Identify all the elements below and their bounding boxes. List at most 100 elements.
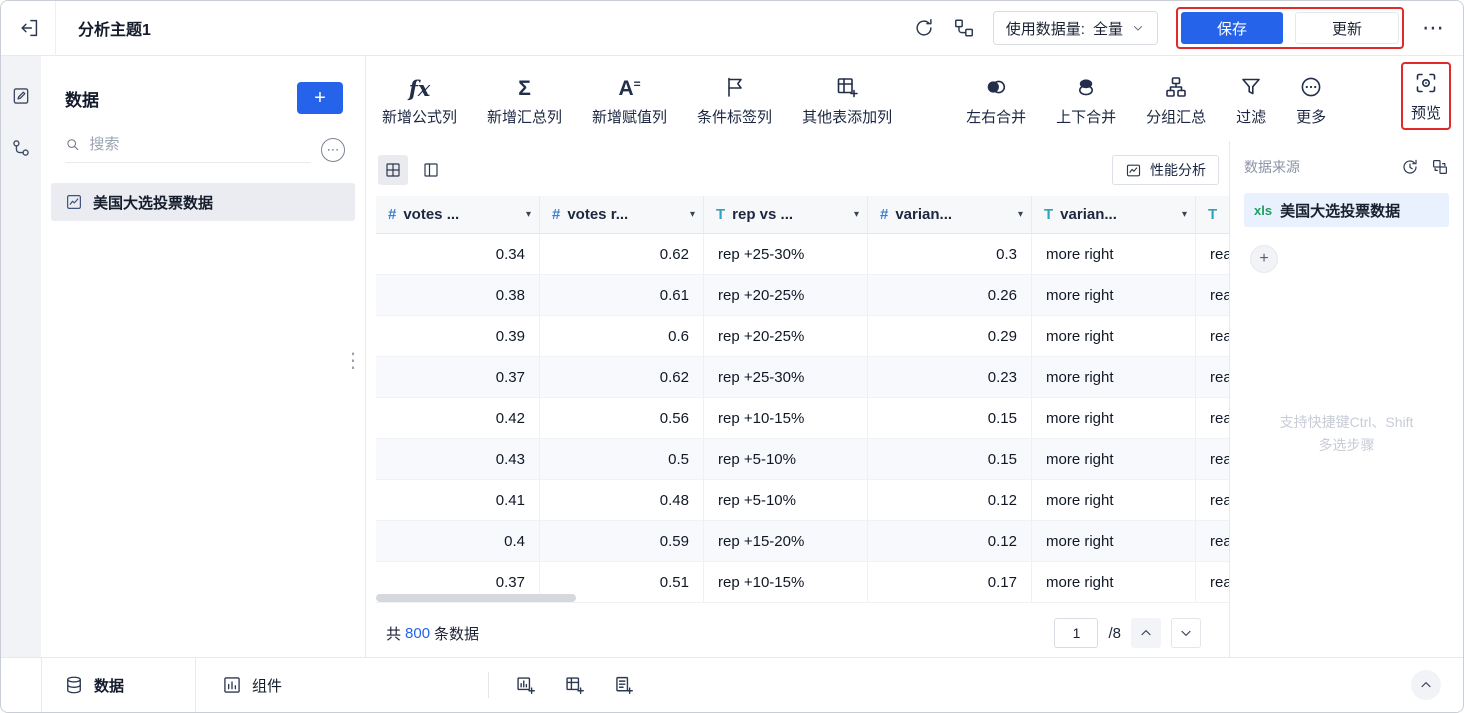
table-cell: more right bbox=[1032, 562, 1196, 602]
bottom-bar: 数据 组件 bbox=[1, 657, 1463, 712]
table-cell: more right bbox=[1032, 439, 1196, 479]
column-header[interactable]: Trep vs ...▾ bbox=[704, 196, 868, 234]
fx-icon: fx bbox=[409, 73, 431, 99]
page-number-input[interactable] bbox=[1054, 618, 1098, 648]
lineage-icon[interactable] bbox=[953, 17, 975, 39]
column-header[interactable]: #varian...▾ bbox=[868, 196, 1032, 234]
dataset-list-item[interactable]: 美国大选投票数据 bbox=[51, 183, 355, 221]
add-step-button[interactable]: + bbox=[1250, 245, 1278, 273]
page-total: /8 bbox=[1108, 625, 1121, 642]
table-cell: 0.56 bbox=[540, 398, 704, 438]
search-options-button[interactable]: ⋯ bbox=[321, 138, 345, 162]
table-row: 0.40.59rep +15-20%0.12more rightrea bbox=[376, 521, 1231, 562]
toolbar-item-add-assign-column[interactable]: A=新增赋值列 bbox=[592, 73, 667, 127]
table-cell: 0.41 bbox=[376, 480, 540, 520]
column-dropdown-icon[interactable]: ▾ bbox=[690, 209, 695, 220]
horizontal-scrollbar[interactable] bbox=[376, 594, 576, 602]
tab-widget[interactable]: 组件 bbox=[196, 658, 308, 712]
table-row: 0.370.62rep +25-30%0.23more rightrea bbox=[376, 357, 1231, 398]
exit-icon[interactable] bbox=[19, 17, 41, 39]
card-view-toggle[interactable] bbox=[416, 155, 446, 185]
history-icon[interactable] bbox=[1401, 158, 1419, 176]
assign-icon: A= bbox=[618, 73, 640, 99]
table-cell: rea bbox=[1196, 480, 1231, 520]
save-button[interactable]: 保存 bbox=[1181, 12, 1283, 44]
table-cell: rep +20-25% bbox=[704, 275, 868, 315]
refresh-icon[interactable] bbox=[913, 17, 935, 39]
table-row: 0.410.48rep +5-10%0.12more rightrea bbox=[376, 480, 1231, 521]
source-step-item[interactable]: xls 美国大选投票数据 bbox=[1244, 193, 1449, 227]
table-row: 0.340.62rep +25-30%0.3more rightrea bbox=[376, 234, 1231, 275]
table-cell: more right bbox=[1032, 357, 1196, 397]
data-source-title: 数据来源 bbox=[1244, 157, 1300, 177]
table-cell: 0.5 bbox=[540, 439, 704, 479]
pagination: /8 bbox=[1054, 618, 1201, 648]
flag-icon bbox=[723, 73, 747, 99]
tab-data[interactable]: 数据 bbox=[41, 658, 196, 712]
table-row: 0.420.56rep +10-15%0.15more rightrea bbox=[376, 398, 1231, 439]
edit-panel-icon[interactable] bbox=[11, 86, 31, 106]
table-cell: 0.17 bbox=[868, 562, 1032, 602]
column-header[interactable]: T▾ bbox=[1196, 196, 1231, 234]
topbar-divider bbox=[55, 1, 56, 56]
performance-analysis-button[interactable]: 性能分析 bbox=[1112, 155, 1219, 185]
add-chart-button[interactable] bbox=[515, 675, 536, 696]
switch-icon[interactable] bbox=[1431, 158, 1449, 176]
panel-resize-handle[interactable]: ⋮ bbox=[341, 348, 365, 373]
update-button[interactable]: 更新 bbox=[1295, 12, 1399, 44]
add-dataset-button[interactable]: + bbox=[297, 82, 343, 114]
table-cell: 0.26 bbox=[868, 275, 1032, 315]
add-doc-button[interactable] bbox=[613, 675, 634, 696]
column-header[interactable]: Tvarian...▾ bbox=[1032, 196, 1196, 234]
toolbar-item-add-summary-column[interactable]: Σ新增汇总列 bbox=[487, 73, 562, 127]
table-cell: rep +10-15% bbox=[704, 562, 868, 602]
table-cell: 0.62 bbox=[540, 357, 704, 397]
toolbar-item-add-formula-column[interactable]: fx新增公式列 bbox=[382, 73, 457, 127]
tab-data-label: 数据 bbox=[94, 675, 124, 696]
more-menu-button[interactable]: ⋯ bbox=[1422, 17, 1445, 39]
search-field[interactable] bbox=[65, 136, 311, 163]
search-input[interactable] bbox=[89, 136, 311, 153]
dataset-icon bbox=[65, 193, 83, 211]
add-table-button[interactable] bbox=[564, 675, 585, 696]
collapse-button[interactable] bbox=[1411, 670, 1441, 700]
card-view-icon bbox=[422, 161, 440, 179]
toolbar-item-merge-left-right[interactable]: 左右合并 bbox=[966, 73, 1026, 127]
flow-panel-icon[interactable] bbox=[11, 138, 31, 158]
toolbar-item-preview[interactable]: 预览 bbox=[1411, 69, 1441, 123]
table-body: 0.340.62rep +25-30%0.3more rightrea0.380… bbox=[376, 234, 1231, 603]
column-dropdown-icon[interactable]: ▾ bbox=[1182, 209, 1187, 220]
data-volume-dropdown[interactable]: 使用数据量: 全量 bbox=[993, 11, 1158, 45]
grid-view-toggle[interactable] bbox=[378, 155, 408, 185]
page-title: 分析主题1 bbox=[78, 16, 151, 40]
table-cell: 0.38 bbox=[376, 275, 540, 315]
text-type-icon: T bbox=[1044, 206, 1053, 223]
toolbar-item-other-table-column[interactable]: 其他表添加列 bbox=[802, 73, 892, 127]
column-dropdown-icon[interactable]: ▾ bbox=[854, 209, 859, 220]
toolbar-item-filter[interactable]: 过滤 bbox=[1236, 73, 1266, 127]
toolbar-item-merge-top-bottom[interactable]: 上下合并 bbox=[1056, 73, 1116, 127]
venn-horizontal-icon bbox=[984, 73, 1008, 99]
number-type-icon: # bbox=[388, 206, 396, 223]
number-type-icon: # bbox=[552, 206, 560, 223]
column-dropdown-icon[interactable]: ▾ bbox=[526, 209, 531, 220]
table-header-row: #votes ...▾#votes r...▾Trep vs ...▾#vari… bbox=[376, 196, 1231, 234]
toolbar-item-condition-tag-column[interactable]: 条件标签列 bbox=[697, 73, 772, 127]
group-icon bbox=[1164, 73, 1188, 99]
toolbar-item-group-summary[interactable]: 分组汇总 bbox=[1146, 73, 1206, 127]
main-area: fx新增公式列 Σ新增汇总列 A=新增赋值列条件标签列其他表添加列 左右合并上下合并分… bbox=[366, 56, 1463, 657]
column-header[interactable]: #votes r...▾ bbox=[540, 196, 704, 234]
column-dropdown-icon[interactable]: ▾ bbox=[1018, 209, 1023, 220]
table-cell: 0.34 bbox=[376, 234, 540, 274]
data-volume-label: 使用数据量: bbox=[1006, 18, 1085, 39]
preview-eye-icon bbox=[1414, 69, 1438, 95]
text-type-icon: T bbox=[1208, 206, 1217, 223]
table-row: 0.390.6rep +20-25%0.29more rightrea bbox=[376, 316, 1231, 357]
column-header[interactable]: #votes ...▾ bbox=[376, 196, 540, 234]
table-cell: rep +10-15% bbox=[704, 398, 868, 438]
table-cell: rea bbox=[1196, 316, 1231, 356]
page-down-button[interactable] bbox=[1171, 618, 1201, 648]
chevron-up-icon bbox=[1418, 677, 1434, 693]
toolbar-item-more[interactable]: 更多 bbox=[1296, 73, 1326, 127]
page-up-button[interactable] bbox=[1131, 618, 1161, 648]
